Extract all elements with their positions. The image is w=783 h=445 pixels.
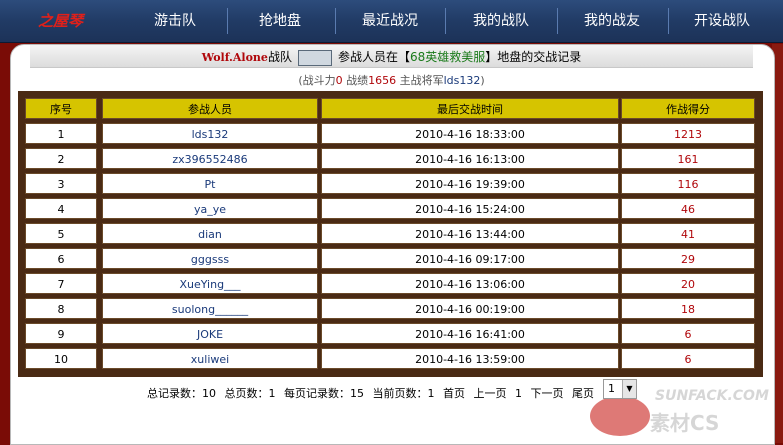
last-battle-time: 2010-4-16 16:41:00 — [321, 323, 619, 344]
total-pages: 总页数：1 — [224, 387, 276, 400]
table-row: 6 gggsss 2010-4-16 09:17:00 29 — [23, 248, 758, 270]
participant-name[interactable]: ya_ye — [102, 198, 318, 219]
last-battle-time: 2010-4-16 09:17:00 — [321, 248, 619, 269]
header-score: 作战得分 — [621, 98, 755, 119]
power-label: (战斗力 — [298, 74, 336, 87]
nav-item-recent-battles[interactable]: 最近战况 — [350, 0, 430, 42]
header-participant: 参战人员 — [102, 98, 318, 119]
table-header-row: 序号 参战人员 最后交战时间 作战得分 — [23, 98, 758, 120]
row-index: 7 — [25, 273, 97, 294]
header-last-battle-time: 最后交战时间 — [321, 98, 619, 119]
last-battle-time: 2010-4-16 13:06:00 — [321, 273, 619, 294]
general-label: 主战将军 — [396, 74, 444, 87]
row-index: 6 — [25, 248, 97, 269]
team-badge-icon — [297, 49, 332, 66]
nav-item-my-comrades[interactable]: 我的战友 — [572, 0, 652, 42]
first-page-link[interactable]: 首页 — [443, 387, 465, 400]
participant-name[interactable]: JOKE — [102, 323, 318, 344]
page-select-value: 1 — [608, 382, 615, 395]
table-row: 2 zx396552486 2010-4-16 16:13:00 161 — [23, 148, 758, 170]
records-per-page: 每页记录数：15 — [284, 387, 364, 400]
watermark-line2: 素材CS — [650, 411, 719, 435]
row-index: 3 — [25, 173, 97, 194]
title-text-before: 参战人员在【 — [337, 50, 410, 64]
battle-score: 6 — [621, 348, 755, 369]
team-suffix: 战队 — [267, 50, 292, 64]
server-name: 68英雄救美服 — [409, 50, 486, 64]
row-index: 2 — [25, 148, 97, 169]
table-row: 10 xuliwei 2010-4-16 13:59:00 6 — [23, 348, 758, 370]
stats-close: ) — [480, 74, 485, 87]
nav-separator — [445, 8, 446, 34]
last-battle-time: 2010-4-16 00:19:00 — [321, 298, 619, 319]
table-row: 1 lds132 2010-4-16 18:33:00 1213 — [23, 123, 758, 145]
record-value: 1656 — [368, 74, 397, 87]
table-row: 7 XueYing___ 2010-4-16 13:06:00 20 — [23, 273, 758, 295]
nav-separator — [335, 8, 336, 34]
participant-name[interactable]: Pt — [102, 173, 318, 194]
table-row: 4 ya_ye 2010-4-16 15:24:00 46 — [23, 198, 758, 220]
battle-score: 29 — [621, 248, 755, 269]
participant-name[interactable]: dian — [102, 223, 318, 244]
table-row: 5 dian 2010-4-16 13:44:00 41 — [23, 223, 758, 245]
prev-page-link[interactable]: 上一页 — [474, 387, 507, 400]
header-index: 序号 — [25, 98, 97, 119]
nav-item-guerrilla[interactable]: 游击队 — [135, 0, 215, 42]
nav-separator — [227, 8, 228, 34]
last-battle-time: 2010-4-16 13:44:00 — [321, 223, 619, 244]
top-nav: 之屋琴 游击队 抢地盘 最近战况 我的战队 我的战友 开设战队 — [0, 0, 783, 43]
battle-score: 46 — [621, 198, 755, 219]
row-index: 4 — [25, 198, 97, 219]
battle-score: 20 — [621, 273, 755, 294]
battle-score: 161 — [621, 148, 755, 169]
chevron-down-icon[interactable]: ▼ — [622, 380, 636, 398]
record-label: 战绩 — [342, 74, 369, 87]
last-battle-time: 2010-4-16 13:59:00 — [321, 348, 619, 369]
participant-name[interactable]: gggsss — [102, 248, 318, 269]
nav-item-create-team[interactable]: 开设战队 — [682, 0, 762, 42]
pagination: 总记录数：10 总页数：1 每页记录数：15 当前页数：1 首页 上一页 1 下… — [147, 385, 599, 401]
battle-score: 1213 — [621, 123, 755, 144]
table-row: 8 suolong______ 2010-4-16 00:19:00 18 — [23, 298, 758, 320]
nav-item-grab-territory[interactable]: 抢地盘 — [240, 0, 320, 42]
watermark-line1: SUNFACK.COM — [655, 388, 769, 404]
nav-item-my-team[interactable]: 我的战队 — [461, 0, 541, 42]
battle-score: 116 — [621, 173, 755, 194]
current-page: 当前页数：1 — [372, 387, 435, 400]
participant-name[interactable]: zx396552486 — [102, 148, 318, 169]
row-index: 1 — [25, 123, 97, 144]
page-title: Wolf.Alone战队 参战人员在【68英雄救美服】地盘的交战记录 — [0, 48, 783, 66]
table-row: 9 JOKE 2010-4-16 16:41:00 6 — [23, 323, 758, 345]
power-value: 0 — [335, 74, 343, 87]
battle-record-table: 序号 参战人员 最后交战时间 作战得分 1 lds132 2010-4-16 18:… — [18, 91, 763, 377]
last-battle-time: 2010-4-16 16:13:00 — [321, 148, 619, 169]
title-text-after: 】地盘的交战记录 — [485, 50, 582, 64]
row-index: 8 — [25, 298, 97, 319]
last-battle-time: 2010-4-16 18:33:00 — [321, 123, 619, 144]
participant-name[interactable]: suolong______ — [102, 298, 318, 319]
page-number-link[interactable]: 1 — [515, 387, 522, 400]
battle-score: 41 — [621, 223, 755, 244]
participant-name[interactable]: xuliwei — [102, 348, 318, 369]
participant-name[interactable]: XueYing___ — [102, 273, 318, 294]
general-value: lds132 — [443, 74, 481, 87]
row-index: 5 — [25, 223, 97, 244]
last-battle-time: 2010-4-16 19:39:00 — [321, 173, 619, 194]
battle-score: 6 — [621, 323, 755, 344]
team-stats: (战斗力0 战绩1656 主战将军lds132) — [0, 72, 783, 88]
page-select[interactable]: 1 ▼ — [603, 379, 637, 399]
row-index: 10 — [25, 348, 97, 369]
participant-name[interactable]: lds132 — [102, 123, 318, 144]
next-page-link[interactable]: 下一页 — [531, 387, 564, 400]
nav-separator — [668, 8, 669, 34]
nav-separator — [557, 8, 558, 34]
table-row: 3 Pt 2010-4-16 19:39:00 116 — [23, 173, 758, 195]
last-battle-time: 2010-4-16 15:24:00 — [321, 198, 619, 219]
row-index: 9 — [25, 323, 97, 344]
total-records: 总记录数：10 — [147, 387, 216, 400]
team-name[interactable]: Wolf.Alone — [202, 51, 268, 64]
battle-score: 18 — [621, 298, 755, 319]
site-logo[interactable]: 之屋琴 — [38, 10, 88, 30]
